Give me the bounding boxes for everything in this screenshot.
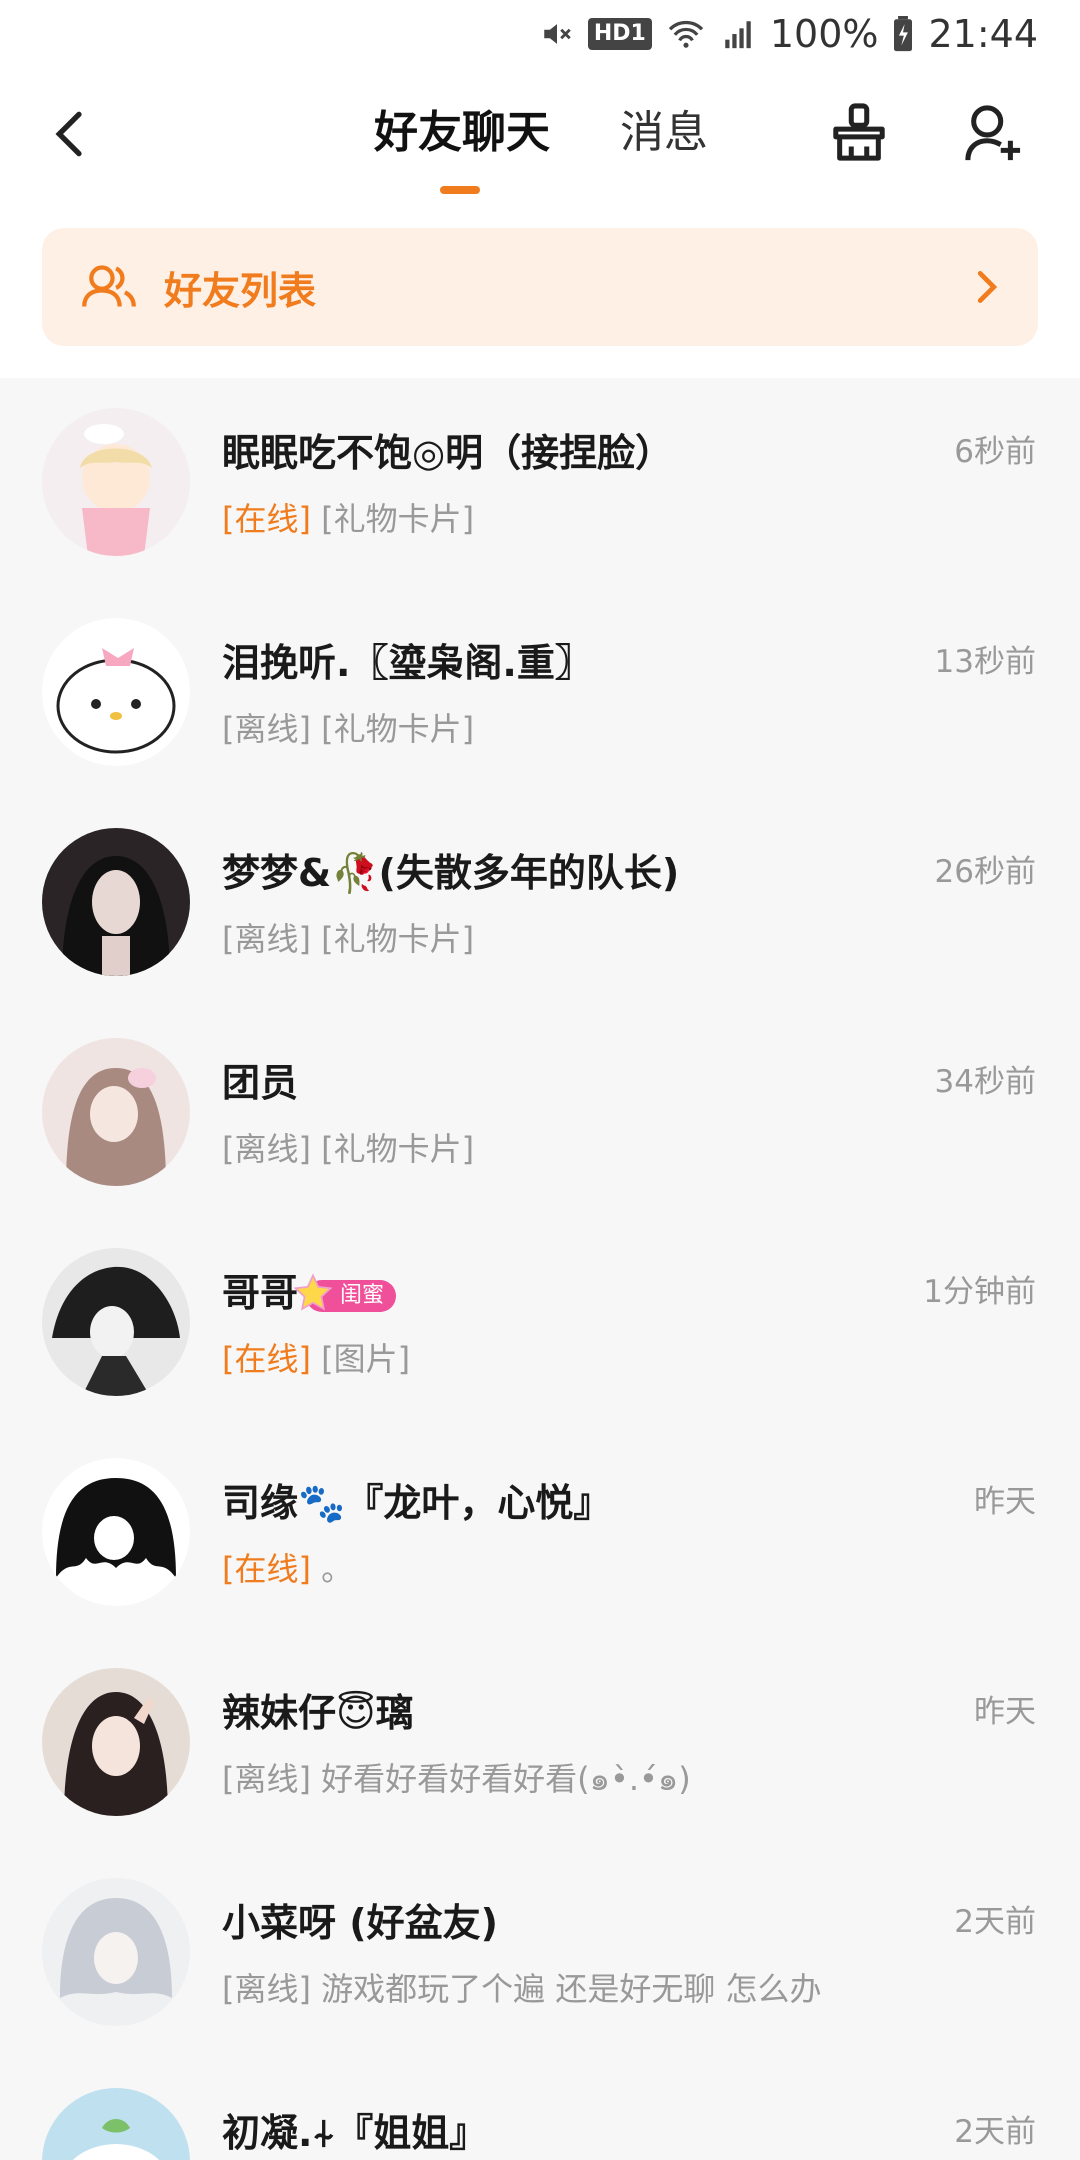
status-label: [离线] <box>222 1760 311 1798</box>
chat-row[interactable]: 梦梦&🥀(失散多年的队长) 26秒前 [离线] [礼物卡片] <box>0 798 1080 1008</box>
last-message: 。 <box>321 1550 354 1588</box>
chat-name-text: 哥哥 <box>222 1271 299 1315</box>
banner-area: 好友列表 <box>0 228 1080 378</box>
chat-row[interactable]: 哥哥 闺蜜 1分钟前 [在线] [图片] <box>0 1218 1080 1428</box>
chat-preview: [离线] [礼物卡片] <box>222 914 474 960</box>
chat-time: 昨天 <box>974 1694 1036 1730</box>
status-label: [在线] <box>222 1550 311 1588</box>
chat-time: 2天前 <box>954 1904 1036 1940</box>
chat-row[interactable]: 泪挽听.〖瑬枭阁.重〗 13秒前 [离线] [礼物卡片] <box>0 588 1080 798</box>
chat-preview: [离线] [礼物卡片] <box>222 704 474 750</box>
chat-row[interactable]: 团员 34秒前 [离线] [礼物卡片] <box>0 1008 1080 1218</box>
chat-row[interactable]: 司缘🐾『龙叶，心悦』 昨天 [在线] 。 <box>0 1428 1080 1638</box>
chat-preview: [离线] 好看好看好看好看(๑•̀.•́๑) <box>222 1754 691 1805</box>
chat-row[interactable]: 眠眠吃不饱◎明（接捏脸） 6秒前 [在线] [礼物卡片] <box>0 378 1080 588</box>
last-message: 好看好看好看好看(๑•̀.•́๑) <box>321 1760 691 1798</box>
mute-icon <box>540 17 574 51</box>
avatar[interactable] <box>42 828 190 976</box>
chat-name: 初凝.⍭『姐姐』 <box>222 2111 488 2155</box>
friend-list-button[interactable]: 好友列表 <box>42 228 1038 346</box>
chat-name: 眠眠吃不饱◎明（接捏脸） <box>222 431 674 475</box>
tab-messages[interactable]: 消息 <box>620 98 708 168</box>
chat-time: 1分钟前 <box>923 1274 1036 1310</box>
status-label: [在线] <box>222 1340 311 1378</box>
chat-name: 司缘🐾『龙叶，心悦』 <box>222 1481 612 1525</box>
chat-list: 眠眠吃不饱◎明（接捏脸） 6秒前 [在线] [礼物卡片] 泪挽听.〖瑬枭阁.重〗… <box>0 378 1080 2160</box>
chat-time: 13秒前 <box>934 644 1036 680</box>
wifi-icon <box>666 18 706 50</box>
chat-name: 梦梦&🥀(失散多年的队长) <box>222 851 680 895</box>
status-bar: HD1 100% 21:44 <box>0 0 1080 68</box>
chat-name: 小菜呀 (好盆友) <box>222 1901 498 1945</box>
last-message: 游戏都玩了个遍 还是好无聊 怎么办 <box>321 1970 822 2008</box>
avatar[interactable] <box>42 1878 190 2026</box>
avatar[interactable] <box>42 2088 190 2160</box>
chevron-left-icon <box>55 111 82 157</box>
chat-preview: [在线] 。 <box>222 1544 353 1590</box>
chevron-right-icon <box>977 271 998 303</box>
signal-icon <box>720 17 756 51</box>
chat-row[interactable]: 初凝.⍭『姐姐』 2天前 <box>0 2058 1080 2160</box>
avatar[interactable] <box>42 1458 190 1606</box>
clean-button[interactable] <box>824 98 894 168</box>
status-label: [离线] <box>222 1130 311 1168</box>
status-label: [离线] <box>222 1970 311 2008</box>
chat-row[interactable]: 辣妹仔😇璃 昨天 [离线] 好看好看好看好看(๑•̀.•́๑) <box>0 1638 1080 1848</box>
avatar[interactable] <box>42 1038 190 1186</box>
broom-icon <box>833 103 885 161</box>
hd-icon: HD1 <box>587 18 652 50</box>
back-button[interactable] <box>40 104 100 164</box>
battery-percent: 100% <box>769 12 879 56</box>
chat-time: 2天前 <box>954 2114 1036 2150</box>
chat-time: 34秒前 <box>934 1064 1036 1100</box>
chat-row[interactable]: 小菜呀 (好盆友) 2天前 [离线] 游戏都玩了个遍 还是好无聊 怎么办 <box>0 1848 1080 2058</box>
chat-name: 泪挽听.〖瑬枭阁.重〗 <box>222 641 593 685</box>
status-label: [离线] <box>222 710 311 748</box>
chat-time: 6秒前 <box>954 434 1036 470</box>
last-message: [礼物卡片] <box>321 1130 475 1168</box>
chat-time: 昨天 <box>974 1484 1036 1520</box>
last-message: [礼物卡片] <box>321 500 475 538</box>
add-friend-button[interactable] <box>958 98 1028 168</box>
chat-preview: [在线] [礼物卡片] <box>222 494 474 540</box>
clock: 21:44 <box>928 12 1038 56</box>
friend-list-label: 好友列表 <box>164 268 317 313</box>
friends-icon <box>82 265 136 307</box>
avatar[interactable] <box>42 618 190 766</box>
chat-preview: [离线] [礼物卡片] <box>222 1124 474 1170</box>
chat-name: 哥哥 闺蜜 <box>222 1262 397 1317</box>
avatar[interactable] <box>42 408 190 556</box>
chat-name: 辣妹仔😇璃 <box>222 1691 414 1735</box>
last-message: [礼物卡片] <box>321 710 475 748</box>
chat-time: 26秒前 <box>934 854 1036 890</box>
avatar[interactable] <box>42 1248 190 1396</box>
bestie-label: 闺蜜 <box>340 1282 385 1308</box>
top-nav: 好友聊天 消息 <box>0 68 1080 228</box>
status-label: [在线] <box>222 500 311 538</box>
active-tab-indicator <box>440 186 480 194</box>
last-message: [图片] <box>321 1340 411 1378</box>
star-icon <box>293 1272 333 1311</box>
add-user-icon <box>965 105 1021 161</box>
tab-friend-chat[interactable]: 好友聊天 <box>374 98 550 168</box>
avatar[interactable] <box>42 1668 190 1816</box>
bestie-badge: 闺蜜 <box>293 1272 397 1312</box>
battery-icon <box>892 16 914 52</box>
status-label: [离线] <box>222 920 311 958</box>
chat-name: 团员 <box>222 1061 299 1105</box>
chat-preview: [离线] 游戏都玩了个遍 还是好无聊 怎么办 <box>222 1964 822 2010</box>
chat-preview: [在线] [图片] <box>222 1334 410 1380</box>
last-message: [礼物卡片] <box>321 920 475 958</box>
